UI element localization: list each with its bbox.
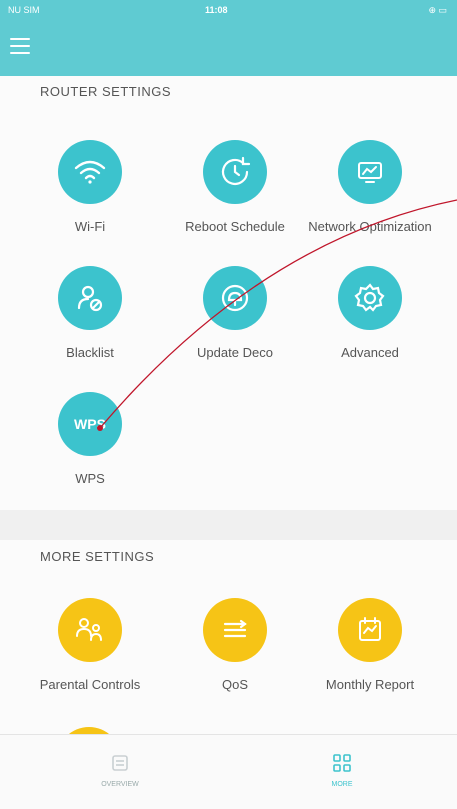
tab-overview[interactable]: OVERVIEW [80, 753, 160, 788]
bottom-tab-bar: OVERVIEW MORE [0, 734, 457, 809]
reboot-schedule-label: Reboot Schedule [185, 219, 285, 234]
monthly-report-icon [338, 598, 402, 662]
network-optimization-tile[interactable]: Network Optimization [305, 140, 435, 235]
wps-tile[interactable]: WPS WPS [25, 392, 155, 487]
wifi-icon [58, 140, 122, 204]
qos-icon [203, 598, 267, 662]
advanced-label: Advanced [341, 345, 399, 360]
section-divider [0, 510, 457, 540]
qos-label: QoS [221, 677, 248, 692]
monthly-report-label: Monthly Report [325, 677, 415, 692]
parental-controls-label: Parental Controls [39, 677, 141, 692]
wps-icon-text: WPS [74, 416, 106, 432]
wps-label: WPS [75, 471, 105, 486]
battery-indicator: ⊕ ▭ [428, 5, 447, 15]
tab-more[interactable]: MORE [302, 753, 382, 788]
update-deco-icon [203, 266, 267, 330]
wps-icon: WPS [58, 392, 122, 456]
carrier-label: NU SIM [8, 5, 40, 15]
wifi-label: Wi-Fi [74, 219, 106, 234]
status-bar: NU SIM 11:08 ⊕ ▭ [0, 0, 457, 22]
overview-icon [112, 755, 128, 771]
update-deco-label: Update Deco [197, 345, 273, 360]
hamburger-menu-icon[interactable] [10, 38, 30, 54]
tab-overview-label: OVERVIEW [101, 781, 139, 788]
advanced-tile[interactable]: Advanced [305, 266, 435, 361]
parental-controls-tile[interactable]: Parental Controls [25, 598, 155, 693]
blacklist-tile[interactable]: Blacklist [25, 266, 155, 361]
app-header [0, 22, 457, 76]
wifi-tile[interactable]: Wi-Fi [25, 140, 155, 235]
blacklist-label: Blacklist [66, 345, 114, 360]
clock: 11:08 [205, 5, 228, 15]
reboot-schedule-tile[interactable]: Reboot Schedule [170, 140, 300, 235]
advanced-gear-icon [338, 266, 402, 330]
monthly-report-tile[interactable]: Monthly Report [305, 598, 435, 693]
qos-tile[interactable]: QoS [170, 598, 300, 693]
tab-more-label: MORE [331, 781, 353, 788]
network-optimization-label: Network Optimization [308, 219, 432, 234]
parental-controls-icon [58, 598, 122, 662]
blacklist-icon [58, 266, 122, 330]
update-deco-tile[interactable]: Update Deco [170, 266, 300, 361]
more-settings-title: MORE SETTINGS [40, 549, 155, 564]
reboot-schedule-icon [203, 140, 267, 204]
more-grid-icon [333, 754, 351, 772]
router-settings-title: ROUTER SETTINGS [40, 84, 172, 99]
network-optimization-icon [338, 140, 402, 204]
